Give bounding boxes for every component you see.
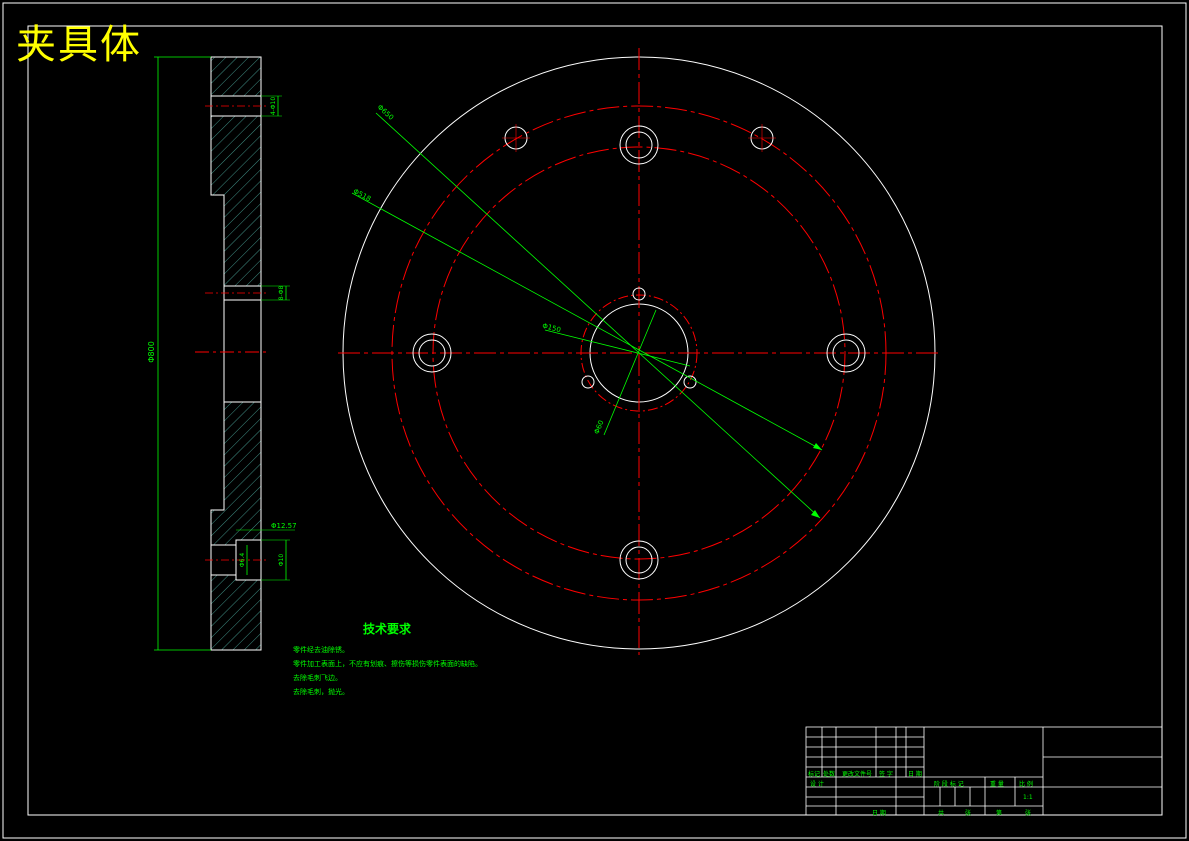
front-view: Φ650 Φ518 Φ150 Φ60 bbox=[338, 48, 942, 655]
tb-weight: 重 量 bbox=[990, 781, 1004, 788]
leader-dia-60 bbox=[603, 309, 657, 436]
technical-requirements-list: 零件经去油除锈。 零件加工表面上，不应有划痕、擦伤等损伤零件表面的缺陷。 去除毛… bbox=[293, 643, 482, 699]
technical-requirements-title: 技术要求 bbox=[363, 622, 412, 636]
technical-drawing: Φ800 4-Φ10 8-Φ8 Φ12.57 Φ10 Φ6.4 Φ650 Φ51… bbox=[2, 2, 1187, 839]
tb-approve-date: 日 期 bbox=[872, 810, 886, 817]
tech-note: 零件经去油除锈。 bbox=[293, 646, 349, 654]
tb-stage: 阶 段 标 记 bbox=[934, 781, 964, 788]
dim-counterbore-depth: Φ10 bbox=[278, 554, 285, 567]
tech-note: 零件加工表面上，不应有划痕、擦伤等损伤零件表面的缺陷。 bbox=[293, 660, 482, 668]
dim-bolt-circle-1: Φ650 bbox=[376, 103, 395, 122]
tb-ratio: 比 例 bbox=[1019, 781, 1033, 788]
inner-border bbox=[27, 25, 1163, 816]
tb-label-mark: 标记 bbox=[808, 771, 821, 778]
center-hole-left bbox=[581, 375, 595, 389]
tech-note: 去除毛刺，抛光。 bbox=[293, 688, 349, 696]
counterbore-hole-right bbox=[826, 333, 866, 373]
dim-hole-top: 4-Φ10 bbox=[270, 97, 277, 116]
drawing-title: 夹具体 bbox=[16, 22, 142, 68]
small-hole-upper-right bbox=[748, 124, 776, 152]
tb-label-sign: 签 字 bbox=[879, 771, 893, 778]
outer-border bbox=[2, 2, 1187, 839]
tb-sheet-no: 第 bbox=[996, 810, 1003, 817]
tb-sheet-unit-2: 张 bbox=[1025, 810, 1032, 817]
dim-counterbore-outer: Φ12.57 bbox=[271, 522, 297, 530]
central-bore bbox=[223, 299, 262, 403]
small-hole-upper-left bbox=[502, 124, 530, 152]
dim-inner-circle-2: Φ60 bbox=[593, 419, 606, 435]
section-lower-block bbox=[210, 401, 262, 651]
section-view: Φ800 4-Φ10 8-Φ8 Φ12.57 Φ10 Φ6.4 bbox=[147, 56, 297, 651]
dim-hole-mid: 8-Φ8 bbox=[278, 286, 285, 301]
leader-dia-518 bbox=[351, 192, 823, 451]
tb-design: 设 计 bbox=[810, 781, 824, 788]
tb-label-change: 更改文件号 bbox=[842, 771, 873, 778]
tech-note: 去除毛刺飞边。 bbox=[293, 674, 342, 682]
dim-overall-height: Φ800 bbox=[147, 341, 156, 363]
tb-label-count: 处数 bbox=[823, 771, 836, 778]
leader-dia-150 bbox=[544, 329, 691, 367]
tb-label-date: 日 期 bbox=[908, 771, 922, 778]
leader-dia-650 bbox=[375, 112, 821, 519]
tb-scale: 1:1 bbox=[1023, 794, 1033, 801]
tb-sheet-total: 共 bbox=[938, 810, 945, 817]
tb-sheet-unit-1: 张 bbox=[965, 810, 972, 817]
dim-counterbore-inner: Φ6.4 bbox=[239, 553, 246, 567]
dim-inner-circle-1: Φ150 bbox=[541, 322, 561, 334]
dim-bolt-circle-2: Φ518 bbox=[352, 187, 372, 203]
